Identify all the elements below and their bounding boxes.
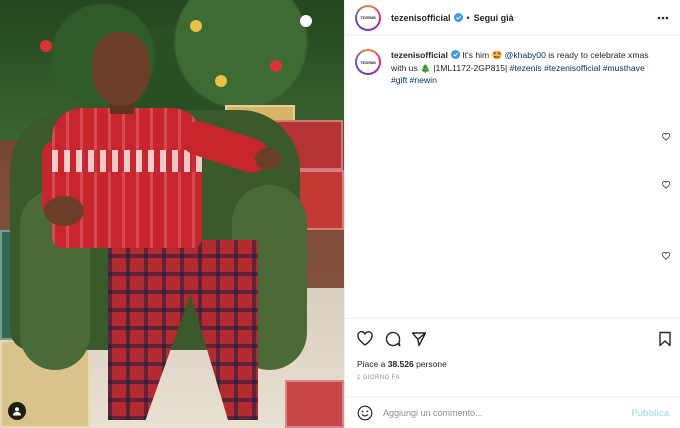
ornament	[215, 75, 227, 87]
username-link[interactable]: tezenisofficial	[391, 13, 451, 23]
likes-count[interactable]: Piace a 38.526 persone	[357, 359, 447, 369]
caption: tezenisofficial It's him 🤩 @khaby00 is r…	[391, 49, 656, 87]
post-timestamp[interactable]: 1 GIORNO FA	[357, 375, 400, 381]
person-hand	[44, 196, 84, 226]
avatar-logo: TEZENIS	[357, 51, 379, 73]
post-panel: TEZENIS tezenisofficial • Segui già TEZE…	[344, 0, 680, 428]
verified-icon	[453, 13, 463, 22]
bookmark-icon[interactable]	[657, 331, 673, 347]
comment-icon[interactable]	[385, 331, 401, 347]
following-button[interactable]: Segui già	[474, 13, 514, 23]
person-head	[92, 32, 150, 106]
hashtag-link[interactable]: #tezenis	[510, 63, 542, 73]
ornament	[190, 20, 202, 32]
separator-dot: •	[466, 12, 470, 23]
avatar-logo: TEZENIS	[357, 6, 379, 29]
mention-link[interactable]: @khaby00	[505, 50, 546, 60]
comment-like-heart-icon[interactable]	[662, 181, 670, 189]
caption-text: It's him 🤩	[459, 50, 505, 60]
post-image[interactable]	[0, 0, 344, 428]
hashtag-link[interactable]: #musthave	[603, 63, 645, 73]
emoji-icon[interactable]	[357, 405, 373, 421]
hashtag-link[interactable]: #tezenisofficial	[544, 63, 600, 73]
hashtag-link[interactable]: #newin	[410, 75, 437, 85]
christmas-sweater	[52, 108, 202, 248]
comment-bar: Pubblica	[345, 396, 680, 428]
hashtag-link[interactable]: #gift	[391, 75, 407, 85]
comment-input[interactable]	[383, 407, 613, 418]
likes-prefix: Piace a	[357, 359, 388, 369]
share-icon[interactable]	[411, 331, 427, 347]
caption-username[interactable]: tezenisofficial	[391, 50, 448, 60]
sweater-pattern	[52, 150, 202, 172]
person-hand	[255, 148, 281, 170]
ornament	[300, 15, 312, 27]
likes-number: 38.526	[387, 359, 414, 369]
caption-row: TEZENIS tezenisofficial It's him 🤩 @khab…	[355, 49, 671, 87]
verified-icon	[450, 50, 460, 59]
user-tag-icon[interactable]	[8, 402, 26, 420]
heart-icon[interactable]	[357, 331, 373, 347]
comment-like-heart-icon[interactable]	[662, 252, 670, 260]
more-icon[interactable]	[657, 12, 669, 24]
ornament	[270, 60, 282, 72]
likes-suffix: persone	[413, 359, 447, 369]
publish-button[interactable]: Pubblica	[631, 408, 669, 418]
avatar[interactable]: TEZENIS	[355, 4, 381, 31]
avatar[interactable]: TEZENIS	[355, 49, 381, 75]
ornament	[40, 40, 52, 52]
comment-like-heart-icon[interactable]	[662, 133, 670, 141]
comments-section: TEZENIS tezenisofficial It's him 🤩 @khab…	[345, 37, 680, 317]
gift-box	[285, 380, 344, 428]
post-header: TEZENIS tezenisofficial • Segui già	[345, 0, 680, 36]
